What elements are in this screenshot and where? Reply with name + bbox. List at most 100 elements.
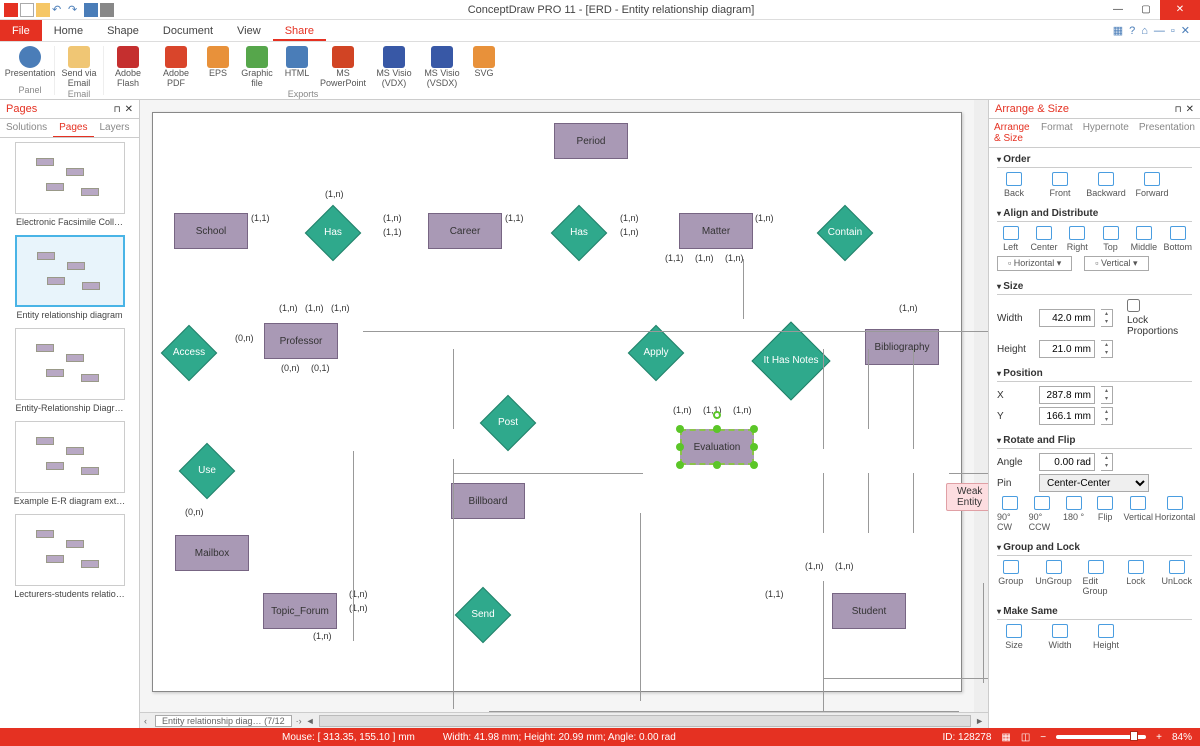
snap-icon[interactable]: ▦ bbox=[1001, 732, 1010, 743]
maximize-button[interactable]: ▢ bbox=[1132, 0, 1160, 20]
page-thumbnail[interactable]: Electronic Facsimile Coll… bbox=[4, 142, 135, 227]
menu-view[interactable]: View bbox=[225, 20, 273, 41]
min-icon[interactable]: — bbox=[1154, 25, 1165, 37]
y-input[interactable] bbox=[1039, 407, 1095, 425]
tab-arrange[interactable]: Arrange & Size bbox=[989, 119, 1036, 147]
redo-icon[interactable]: ↷ bbox=[68, 3, 82, 17]
group-unlock[interactable]: UnLock bbox=[1162, 560, 1193, 596]
ms-visio-vdx-button[interactable]: MS Visio (VDX) bbox=[372, 46, 416, 89]
x-input[interactable] bbox=[1039, 386, 1095, 404]
relationship-use[interactable] bbox=[179, 443, 236, 500]
group-ungroup[interactable]: UnGroup bbox=[1037, 560, 1071, 596]
align-right[interactable]: Right bbox=[1064, 226, 1091, 252]
print-icon[interactable] bbox=[100, 3, 114, 17]
section-position-title[interactable]: Position bbox=[997, 366, 1192, 382]
align-left[interactable]: Left bbox=[997, 226, 1024, 252]
lock-proportions-checkbox[interactable]: Lock Proportions bbox=[1127, 299, 1163, 337]
entity-mailbox[interactable]: Mailbox bbox=[175, 535, 249, 571]
close-panel-icon[interactable]: ✕ bbox=[125, 104, 133, 115]
menu-share[interactable]: Share bbox=[273, 20, 326, 41]
distribute-h-select[interactable]: ▫ Horizontal ▾ bbox=[997, 256, 1072, 271]
order-forward[interactable]: Forward bbox=[1135, 172, 1169, 198]
tab-prev-icon[interactable]: ‹ bbox=[140, 716, 151, 726]
relationship-send[interactable] bbox=[455, 587, 512, 644]
undo-icon[interactable]: ↶ bbox=[52, 3, 66, 17]
tab-solutions[interactable]: Solutions bbox=[0, 119, 53, 137]
entity-evaluation[interactable]: Evaluation bbox=[680, 429, 754, 465]
vertical-scrollbar[interactable] bbox=[974, 100, 988, 728]
align-center[interactable]: Center bbox=[1030, 226, 1057, 252]
html-button[interactable]: HTML bbox=[280, 46, 314, 89]
tab-presentation[interactable]: Presentation bbox=[1134, 119, 1200, 147]
save-icon[interactable] bbox=[84, 3, 98, 17]
same-width[interactable]: Width bbox=[1043, 624, 1077, 650]
section-align-title[interactable]: Align and Distribute bbox=[997, 206, 1192, 222]
pin-select[interactable]: Center-Center bbox=[1039, 474, 1149, 492]
entity-school[interactable]: School bbox=[174, 213, 248, 249]
order-front[interactable]: Front bbox=[1043, 172, 1077, 198]
entity-career[interactable]: Career bbox=[428, 213, 502, 249]
ms-ppt-button[interactable]: MS PowerPoint bbox=[318, 46, 368, 89]
width-input[interactable] bbox=[1039, 309, 1095, 327]
page-thumbnail[interactable]: Entity relationship diagram bbox=[4, 235, 135, 320]
group-lock[interactable]: Lock bbox=[1122, 560, 1150, 596]
zoom-in-icon[interactable]: + bbox=[1156, 732, 1162, 743]
align-top[interactable]: Top bbox=[1097, 226, 1124, 252]
grid-icon[interactable]: ◫ bbox=[1021, 732, 1030, 743]
relationship-post[interactable] bbox=[480, 395, 537, 452]
same-size[interactable]: Size bbox=[997, 624, 1031, 650]
align-middle[interactable]: Middle bbox=[1130, 226, 1157, 252]
section-same-title[interactable]: Make Same bbox=[997, 604, 1192, 620]
menu-home[interactable]: Home bbox=[42, 20, 95, 41]
entity-bibliography[interactable]: Bibliography bbox=[865, 329, 939, 365]
horizontal-scrollbar[interactable] bbox=[319, 715, 972, 727]
relationship-notes[interactable] bbox=[751, 321, 830, 400]
zoom-slider[interactable] bbox=[1056, 735, 1146, 739]
angle-spinner[interactable]: ▴▾ bbox=[1101, 453, 1113, 471]
order-backward[interactable]: Backward bbox=[1089, 172, 1123, 198]
tab-layers[interactable]: Layers bbox=[94, 119, 136, 137]
height-spinner[interactable]: ▴▾ bbox=[1101, 340, 1113, 358]
adobe-pdf-button[interactable]: Adobe PDF bbox=[154, 46, 198, 89]
rotate-horizontal[interactable]: Horizontal bbox=[1158, 496, 1192, 532]
section-size-title[interactable]: Size bbox=[997, 279, 1192, 295]
rotate-90-cw[interactable]: 90° CW bbox=[997, 496, 1024, 532]
close-button[interactable]: ✕ bbox=[1160, 0, 1200, 20]
same-height[interactable]: Height bbox=[1089, 624, 1123, 650]
group-edit-group[interactable]: Edit Group bbox=[1083, 560, 1111, 596]
adobe-flash-button[interactable]: Adobe Flash bbox=[106, 46, 150, 89]
menu-file[interactable]: File bbox=[0, 20, 42, 41]
width-spinner[interactable]: ▴▾ bbox=[1101, 309, 1113, 327]
panel-toggle-icon[interactable]: ▦ bbox=[1113, 24, 1123, 37]
canvas-area[interactable]: Weak Entity SchoolCareerPeriodMatterProf… bbox=[140, 100, 988, 728]
rotate-180-[interactable]: 180 ° bbox=[1060, 496, 1087, 532]
distribute-v-select[interactable]: ▫ Vertical ▾ bbox=[1084, 256, 1148, 271]
section-group-title[interactable]: Group and Lock bbox=[997, 540, 1192, 556]
ms-visio-vsdx-button[interactable]: MS Visio (VSDX) bbox=[420, 46, 464, 89]
tab-hypernote[interactable]: Hypernote bbox=[1078, 119, 1134, 147]
relationship-has2[interactable] bbox=[551, 205, 608, 262]
help-icon[interactable]: ? bbox=[1129, 25, 1135, 37]
angle-input[interactable] bbox=[1039, 453, 1095, 471]
entity-professor[interactable]: Professor bbox=[264, 323, 338, 359]
graphic-file-button[interactable]: Graphic file bbox=[238, 46, 276, 89]
entity-matter[interactable]: Matter bbox=[679, 213, 753, 249]
page-thumbnail[interactable]: Example E-R diagram ext… bbox=[4, 421, 135, 506]
page-tab[interactable]: Entity relationship diag… (7/12 bbox=[155, 715, 292, 727]
height-input[interactable] bbox=[1039, 340, 1095, 358]
send-email-button[interactable]: Send via Email bbox=[57, 46, 101, 89]
rotate-90-ccw[interactable]: 90° CCW bbox=[1029, 496, 1056, 532]
minimize-button[interactable]: — bbox=[1104, 0, 1132, 20]
y-spinner[interactable]: ▴▾ bbox=[1101, 407, 1113, 425]
group-group[interactable]: Group bbox=[997, 560, 1025, 596]
entity-billboard[interactable]: Billboard bbox=[451, 483, 525, 519]
menu-document[interactable]: Document bbox=[151, 20, 225, 41]
page-thumbnail[interactable]: Lecturers-students relatio… bbox=[4, 514, 135, 599]
relationship-access[interactable] bbox=[161, 325, 218, 382]
tab-pages[interactable]: Pages bbox=[53, 119, 93, 137]
open-icon[interactable] bbox=[36, 3, 50, 17]
relationship-apply[interactable] bbox=[628, 325, 685, 382]
menu-shape[interactable]: Shape bbox=[95, 20, 151, 41]
entity-topic[interactable]: Topic_Forum bbox=[263, 593, 337, 629]
eps-button[interactable]: EPS bbox=[202, 46, 234, 89]
